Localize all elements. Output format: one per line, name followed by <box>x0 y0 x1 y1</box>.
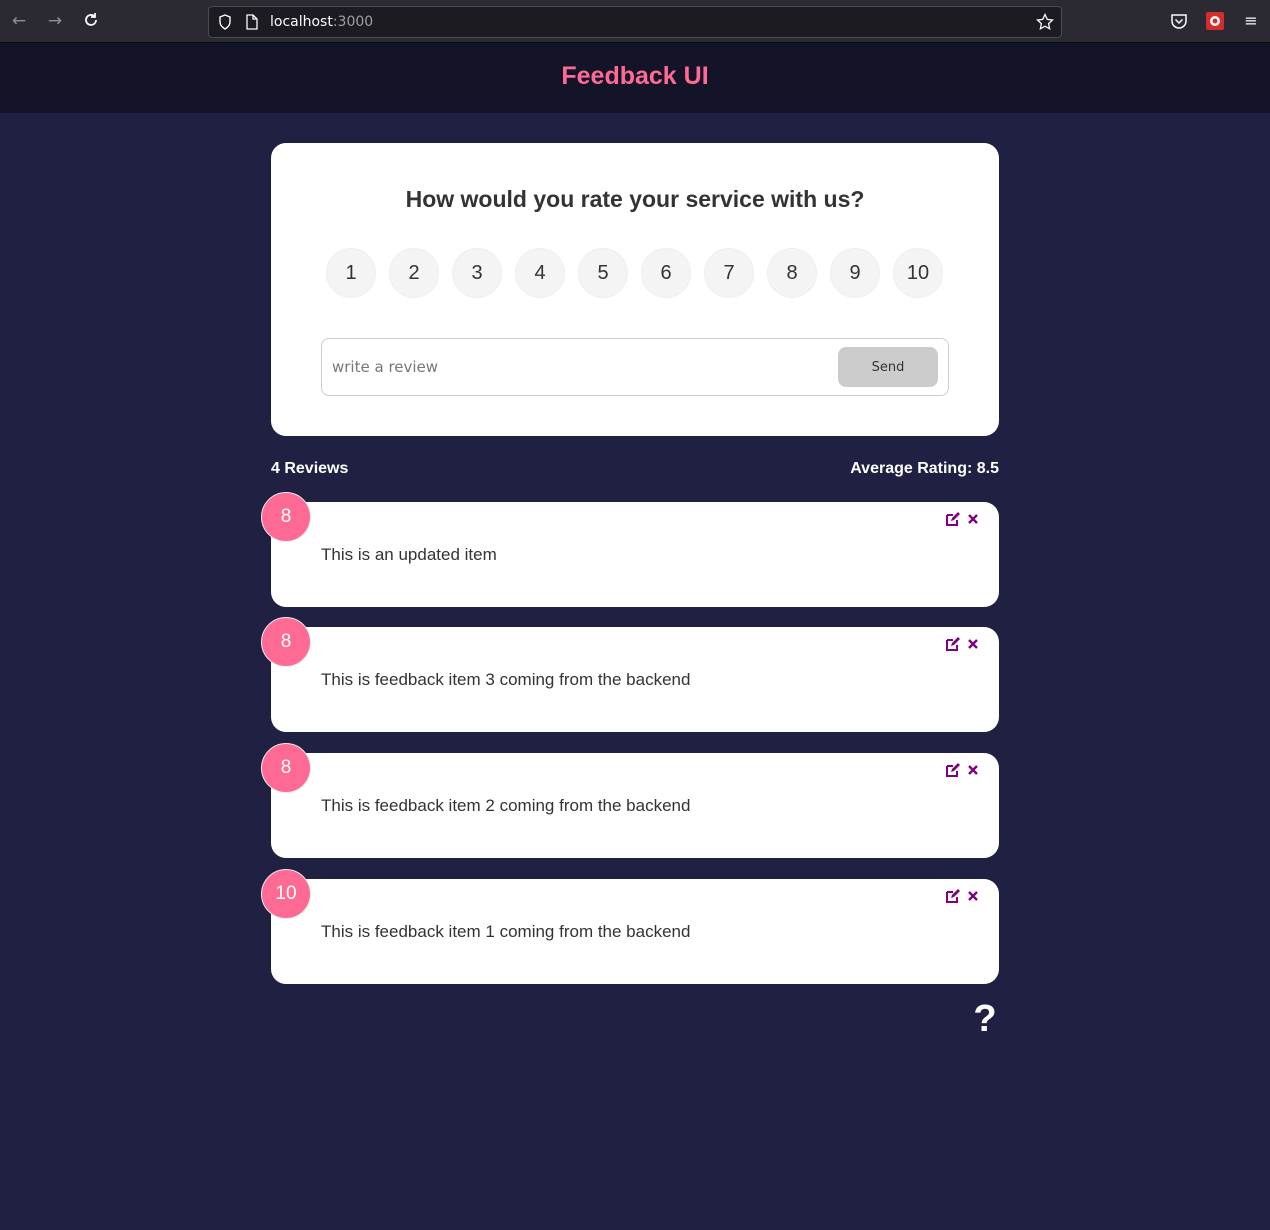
pocket-icon[interactable] <box>1170 12 1188 30</box>
feedback-rating-badge: 8 <box>261 617 311 667</box>
bookmark-star-icon[interactable] <box>1036 13 1054 31</box>
shield-icon[interactable] <box>218 14 232 30</box>
average-rating: Average Rating: 8.5 <box>850 460 999 477</box>
rating-option-9[interactable]: 9 <box>830 248 880 298</box>
edit-icon[interactable] <box>945 511 961 527</box>
feedback-text: This is feedback item 1 coming from the … <box>321 922 691 941</box>
feedback-text: This is feedback item 3 coming from the … <box>321 670 691 689</box>
about-question-icon[interactable]: ? <box>970 1000 1000 1038</box>
close-icon[interactable] <box>966 636 980 652</box>
edit-icon[interactable] <box>945 636 961 652</box>
menu-icon[interactable]: ≡ <box>1241 11 1261 31</box>
review-input[interactable] <box>332 349 832 385</box>
forward-icon[interactable]: → <box>45 11 65 31</box>
back-icon[interactable]: ← <box>9 11 29 31</box>
browser-toolbar: ← → localhost:3000 ≡ <box>0 0 1270 43</box>
rating-option-7[interactable]: 7 <box>704 248 754 298</box>
feedback-text: This is feedback item 2 coming from the … <box>321 796 691 815</box>
close-icon[interactable] <box>966 511 980 527</box>
rating-option-3[interactable]: 3 <box>452 248 502 298</box>
rating-question: How would you rate your service with us? <box>405 186 865 212</box>
edit-icon[interactable] <box>945 888 961 904</box>
page-icon <box>246 14 258 30</box>
feedback-card: 8 This is feedback item 3 coming from th… <box>261 617 999 732</box>
extension-icon[interactable] <box>1206 12 1224 30</box>
rating-form-card: How would you rate your service with us?… <box>271 143 999 436</box>
review-count: 4 Reviews <box>271 460 349 477</box>
rating-option-4[interactable]: 4 <box>515 248 565 298</box>
send-button[interactable]: Send <box>838 347 938 387</box>
url-bar[interactable]: localhost:3000 <box>208 6 1062 38</box>
app-header: Feedback UI <box>0 43 1270 113</box>
feedback-card: 10 This is feedback item 1 coming from t… <box>261 869 999 984</box>
url-text[interactable]: localhost:3000 <box>270 14 373 30</box>
rating-option-1[interactable]: 1 <box>326 248 376 298</box>
feedback-card: 8 This is feedback item 2 coming from th… <box>261 743 999 858</box>
rating-option-6[interactable]: 6 <box>641 248 691 298</box>
rating-option-5[interactable]: 5 <box>578 248 628 298</box>
app-title: Feedback UI <box>561 62 709 90</box>
feedback-text: This is an updated item <box>321 545 497 564</box>
feedback-card: 8 This is an updated item <box>261 492 999 607</box>
reload-icon[interactable] <box>81 11 101 31</box>
edit-icon[interactable] <box>945 762 961 778</box>
review-input-group: Send <box>321 338 949 396</box>
rating-option-8[interactable]: 8 <box>767 248 817 298</box>
feedback-rating-badge: 8 <box>261 492 311 542</box>
rating-option-10[interactable]: 10 <box>893 248 943 298</box>
close-icon[interactable] <box>966 888 980 904</box>
feedback-rating-badge: 8 <box>261 743 311 793</box>
feedback-rating-badge: 10 <box>261 869 311 919</box>
close-icon[interactable] <box>966 762 980 778</box>
rating-option-2[interactable]: 2 <box>389 248 439 298</box>
